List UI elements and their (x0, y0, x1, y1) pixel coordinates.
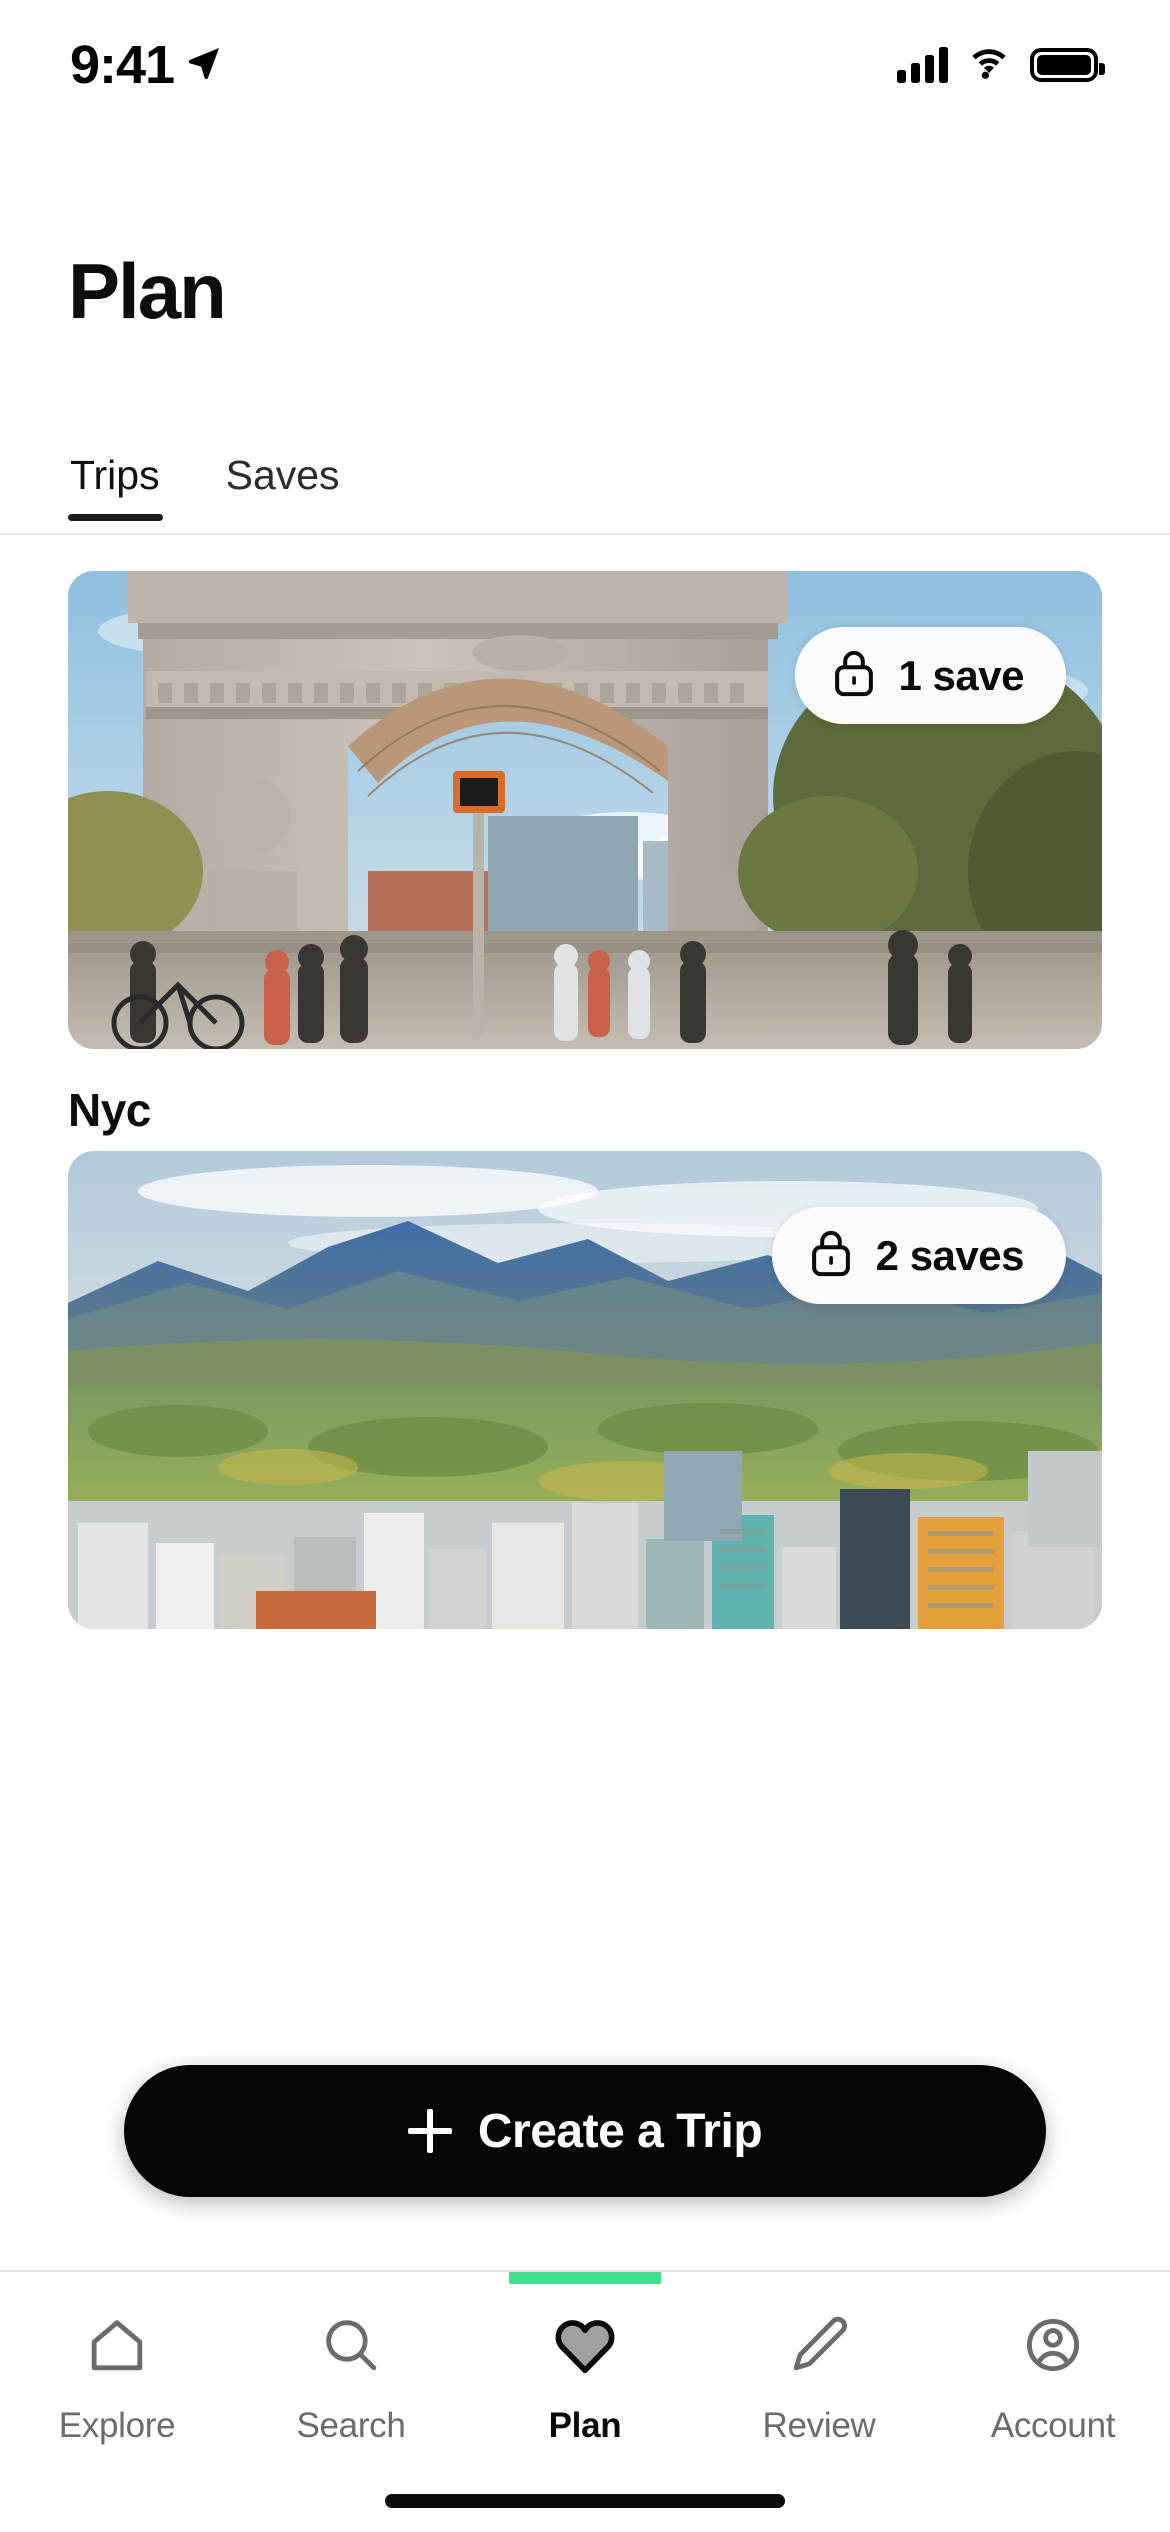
active-tab-indicator (509, 2272, 661, 2284)
home-indicator[interactable] (385, 2494, 785, 2508)
trip-card-image[interactable]: 1 save (68, 571, 1102, 1049)
wifi-icon (966, 45, 1012, 86)
nav-item-explore[interactable]: Explore (0, 2306, 234, 2472)
home-icon (84, 2306, 150, 2384)
create-trip-label: Create a Trip (477, 2104, 763, 2158)
bottom-navigation-bar: Explore Search Plan Review Account (0, 2270, 1170, 2532)
save-count-badge[interactable]: 2 saves (771, 1207, 1066, 1304)
plus-icon (407, 2109, 452, 2153)
nav-label: Review (762, 2406, 876, 2445)
create-trip-button[interactable]: Create a Trip (124, 2065, 1046, 2197)
nav-item-review[interactable]: Review (702, 2306, 936, 2472)
trips-list[interactable]: 1 save Nyc 2 saves (0, 545, 1170, 2270)
nav-label: Explore (58, 2406, 176, 2445)
lock-icon (831, 647, 877, 704)
heart-icon (550, 2306, 620, 2384)
battery-full-icon (1030, 48, 1105, 82)
save-count-badge[interactable]: 1 save (794, 627, 1066, 724)
tab-divider (0, 533, 1170, 535)
status-bar-left: 9:41 (70, 34, 224, 96)
app-screen: 9:41 Plan Trips Saves 1 save Nyc 2 saves… (0, 0, 1170, 2532)
lock-icon (808, 1227, 854, 1284)
save-count-label: 1 save (898, 651, 1025, 699)
cellular-signal-icon (897, 47, 948, 83)
status-time: 9:41 (70, 35, 175, 95)
nav-label: Account (990, 2406, 1116, 2445)
save-count-label: 2 saves (875, 1231, 1025, 1279)
location-arrow-icon (184, 43, 224, 88)
nav-item-plan[interactable]: Plan (468, 2272, 702, 2472)
nav-label: Search (296, 2406, 406, 2445)
tab-saves[interactable]: Saves (226, 452, 340, 521)
tab-bar: Trips Saves (0, 452, 1170, 526)
status-bar: 9:41 (0, 0, 1170, 130)
nav-item-account[interactable]: Account (936, 2306, 1170, 2472)
search-icon (318, 2306, 384, 2384)
trip-card[interactable]: 2 saves (68, 1151, 1102, 1663)
status-bar-right (897, 45, 1105, 86)
pencil-icon (786, 2306, 852, 2384)
trip-title: Nyc (68, 1084, 151, 1136)
nav-label: Plan (548, 2406, 622, 2445)
page-title: Plan (68, 247, 227, 335)
nav-item-search[interactable]: Search (234, 2306, 468, 2472)
trip-card[interactable]: 1 save Nyc (68, 571, 1102, 1137)
account-icon (1020, 2306, 1086, 2384)
tab-trips[interactable]: Trips (68, 452, 163, 521)
trip-card-image[interactable]: 2 saves (68, 1151, 1102, 1629)
